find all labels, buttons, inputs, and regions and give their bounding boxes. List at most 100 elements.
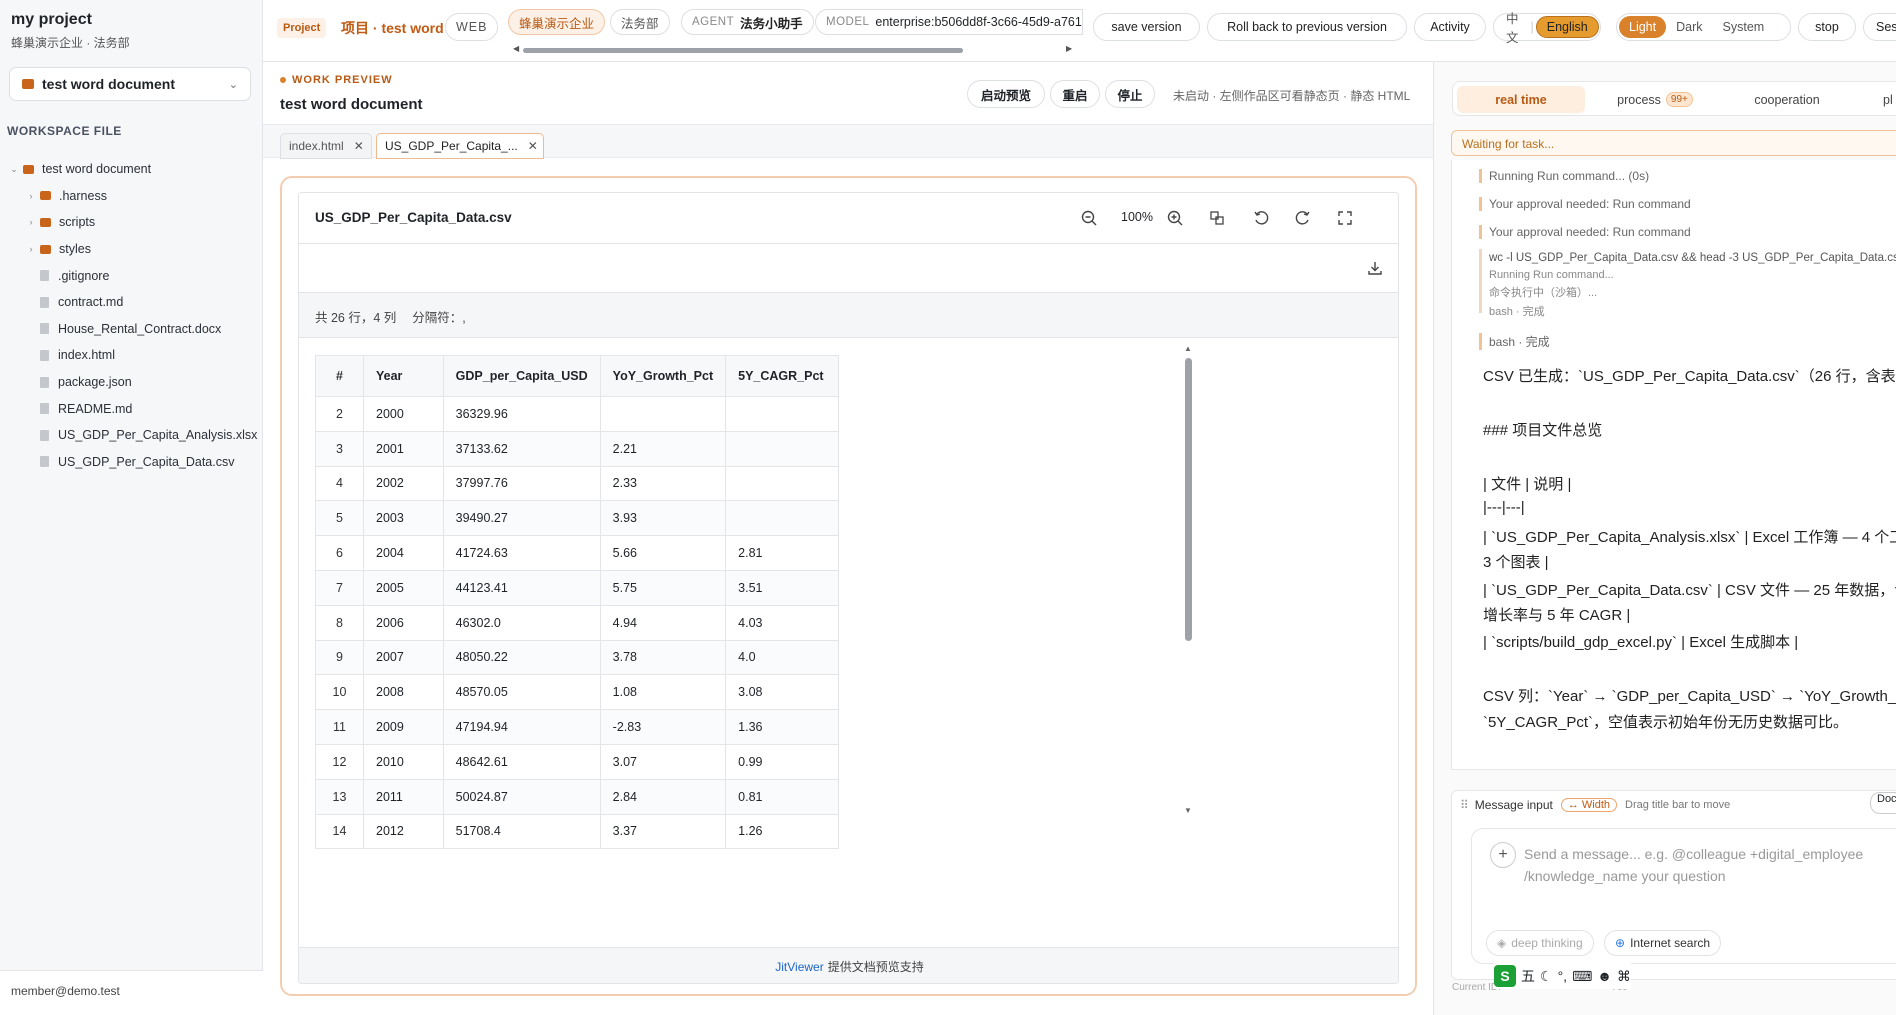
tree-item[interactable]: index.html	[0, 342, 262, 369]
table-cell: 10	[315, 674, 364, 711]
theme-dark-option[interactable]: Dark	[1666, 16, 1712, 38]
punctuation-icon[interactable]: °,	[1558, 968, 1568, 984]
start-preview-button[interactable]: 启动预览	[967, 80, 1045, 108]
file-icon	[40, 296, 49, 308]
zoom-out-icon[interactable]	[1077, 206, 1101, 230]
internet-search-button[interactable]: ⊕ Internet search	[1604, 930, 1722, 956]
user-email[interactable]: member@demo.test	[0, 970, 263, 1015]
tab-gdp-csv[interactable]: US_GDP_Per_Capita_... ✕	[376, 133, 544, 159]
table-cell	[599, 396, 727, 432]
chevron-down-icon[interactable]: ⌄	[9, 164, 19, 175]
md-line: | `scripts/build_gdp_excel.py` | Excel 生…	[1483, 634, 1799, 651]
tree-item[interactable]: ⌄ test word document	[0, 156, 262, 183]
tree-item[interactable]: US_GDP_Per_Capita_Analysis.xlsx	[0, 422, 262, 449]
table-cell: 2.21	[599, 430, 727, 467]
activity-button[interactable]: Activity	[1414, 13, 1486, 41]
tree-item[interactable]: .gitignore	[0, 262, 262, 289]
save-version-button[interactable]: save version	[1093, 13, 1200, 41]
ime-wubi-label[interactable]: 五	[1521, 966, 1535, 986]
tree-item[interactable]: › styles	[0, 236, 262, 263]
close-icon[interactable]: ✕	[528, 139, 538, 153]
zoom-in-icon[interactable]	[1163, 206, 1187, 230]
close-icon[interactable]: ✕	[354, 139, 364, 153]
keyboard-icon[interactable]: ⌨	[1572, 968, 1592, 985]
fit-page-icon[interactable]	[1205, 206, 1229, 230]
table-cell: 14	[315, 813, 364, 850]
tree-item[interactable]: contract.md	[0, 289, 262, 316]
top-bar: Project 项目 · test word document WEB 蜂巢演示…	[263, 0, 1896, 62]
tab-process[interactable]: process 99+	[1593, 86, 1717, 113]
download-icon[interactable]	[1363, 256, 1387, 280]
jitviewer-link[interactable]: JitViewer	[775, 960, 823, 974]
table-cell: 13	[315, 778, 364, 815]
lang-en-option[interactable]: English	[1535, 16, 1599, 38]
message-placeholder[interactable]: Send a message... e.g. @colleague +digit…	[1524, 843, 1863, 887]
tree-item[interactable]: README.md	[0, 395, 262, 422]
chevron-right-icon[interactable]: ›	[26, 244, 36, 254]
rollback-button[interactable]: Roll back to previous version	[1207, 13, 1407, 41]
dept-chip[interactable]: 法务部	[610, 9, 670, 35]
table-cell: 48642.61	[442, 743, 601, 780]
folder-icon	[40, 217, 51, 227]
drag-handle-icon[interactable]: ⠿	[1460, 798, 1469, 812]
tree-item[interactable]: US_GDP_Per_Capita_Data.csv	[0, 449, 262, 476]
scroll-right-icon[interactable]: ▶	[1066, 44, 1072, 53]
theme-light-option[interactable]: Light	[1619, 16, 1667, 38]
tab-index-html[interactable]: index.html ✕	[280, 133, 372, 159]
tree-item[interactable]: House_Rental_Contract.docx	[0, 316, 262, 343]
table-scroll-thumb[interactable]	[1185, 358, 1192, 641]
workspace-select[interactable]: test word document ⌄	[9, 67, 251, 101]
rotate-right-icon[interactable]	[1291, 206, 1315, 230]
scroll-left-icon[interactable]: ◀	[513, 44, 519, 53]
org-chip[interactable]: 蜂巢演示企业	[508, 9, 606, 35]
tab-real-time[interactable]: real time	[1457, 86, 1585, 113]
table-scrollbar[interactable]: ▲ ▼	[1183, 338, 1195, 916]
fullscreen-icon[interactable]	[1333, 206, 1357, 230]
session-button[interactable]: Session	[1863, 13, 1896, 41]
tree-item[interactable]: package.json	[0, 369, 262, 396]
deep-thinking-button[interactable]: ◈ deep thinking	[1486, 930, 1594, 956]
tree-item[interactable]: › scripts	[0, 209, 262, 236]
sogou-logo-icon[interactable]: S	[1494, 965, 1516, 987]
table-cell: 2001	[363, 430, 444, 467]
table-cell: 2008	[363, 674, 444, 711]
theme-system-option[interactable]: System	[1713, 16, 1775, 38]
viewer-file-name: US_GDP_Per_Capita_Data.csv	[315, 210, 512, 225]
log-entry: Running Run command... (0s)	[1479, 169, 1649, 183]
table-cell: 6	[315, 535, 364, 571]
ime-toolbar[interactable]: S 五 ☾ °, ⌨ ☻ ⌘	[1494, 963, 1632, 989]
tree-item[interactable]: › .harness	[0, 183, 262, 210]
model-chip[interactable]: MODEL enterprise:b506dd8f-3c66-45d9-a761	[815, 9, 1083, 35]
agent-chip[interactable]: AGENT 法务小助手	[681, 9, 814, 35]
stop-preview-button[interactable]: 停止	[1105, 80, 1155, 108]
grid-icon[interactable]: ⌘	[1617, 968, 1631, 985]
project-subtitle: 蜂巢演示企业 · 法务部	[11, 36, 130, 50]
plus-icon[interactable]: +	[1490, 842, 1516, 868]
chevron-right-icon[interactable]: ›	[26, 217, 36, 227]
scrollbar-thumb[interactable]	[523, 48, 963, 53]
scroll-down-icon[interactable]: ▼	[1184, 806, 1192, 815]
theme-toggle[interactable]: Light Dark System	[1616, 13, 1791, 41]
md-line: CSV 已生成：`US_GDP_Per_Capita_Data.csv`（26 …	[1483, 368, 1896, 385]
message-composer[interactable]: + Send a message... e.g. @colleague +dig…	[1471, 828, 1896, 964]
width-button[interactable]: ↔ Width	[1560, 797, 1618, 812]
restart-button[interactable]: 重启	[1050, 80, 1100, 108]
message-input-header[interactable]: ⠿ Message input ↔ Width Drag title bar t…	[1452, 791, 1896, 818]
table-row: 2 2000 36329.96	[315, 396, 839, 432]
web-chip[interactable]: WEB	[445, 13, 499, 41]
chip-scrollbar[interactable]: ◀ ▶	[513, 44, 1073, 54]
table-cell	[725, 500, 839, 537]
language-toggle[interactable]: 中文 | English	[1493, 12, 1601, 45]
moon-icon[interactable]: ☾	[1540, 968, 1553, 985]
chevron-right-icon[interactable]: ›	[26, 191, 36, 201]
lang-zh-option[interactable]: 中文	[1496, 12, 1529, 45]
tab-more[interactable]: pl	[1857, 86, 1896, 113]
tab-cooperation[interactable]: cooperation	[1725, 86, 1849, 113]
dock-button[interactable]: Doc	[1870, 792, 1896, 814]
stop-button[interactable]: stop	[1798, 13, 1856, 41]
scroll-up-icon[interactable]: ▲	[1184, 344, 1192, 353]
table-cell: 51708.4	[442, 813, 601, 850]
rotate-left-icon[interactable]	[1249, 206, 1273, 230]
log-entry: bash · 完成	[1479, 333, 1550, 350]
user-icon[interactable]: ☻	[1597, 968, 1612, 984]
